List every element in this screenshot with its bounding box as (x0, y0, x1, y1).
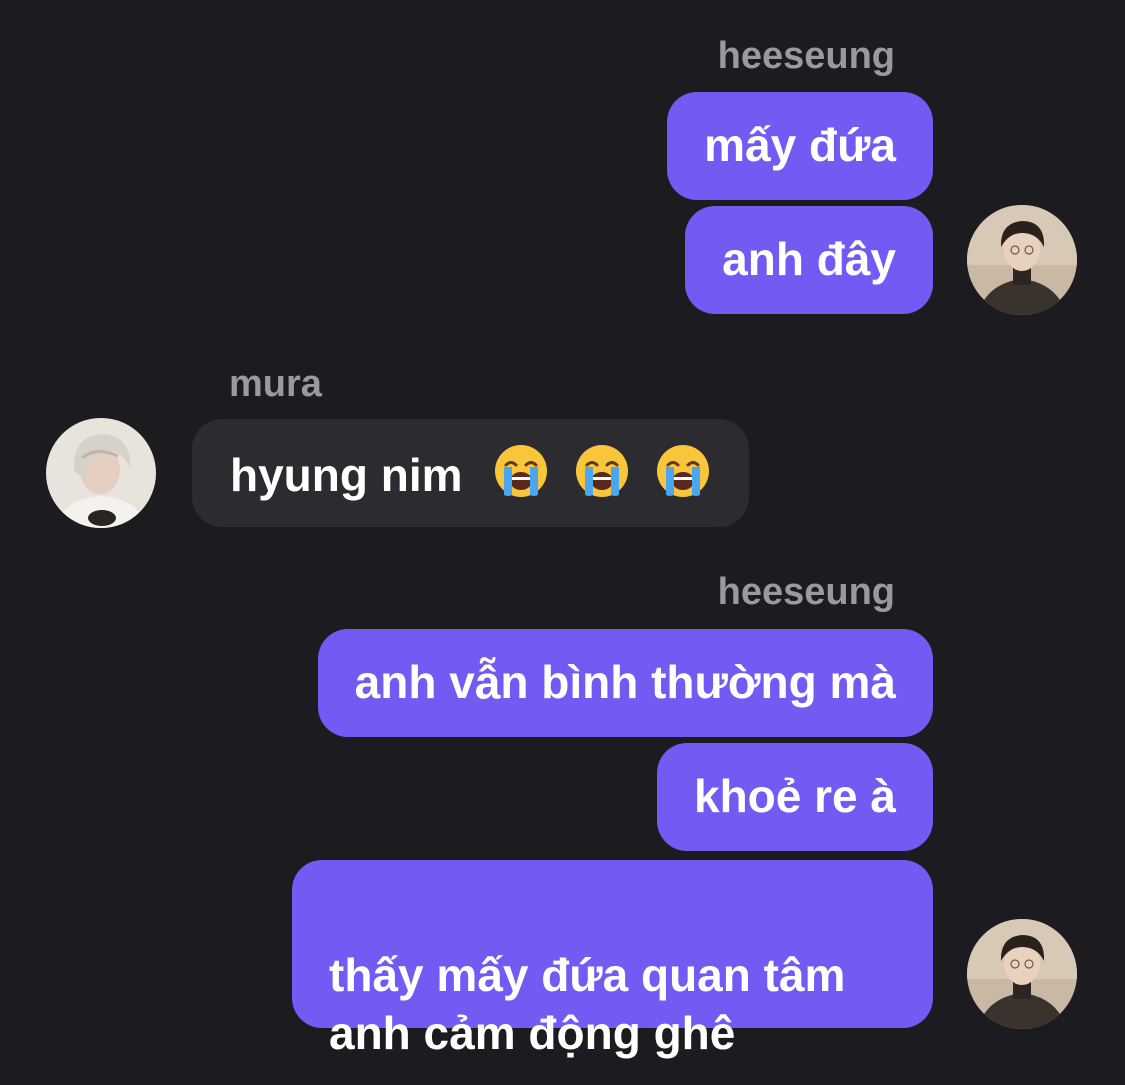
avatar-mura[interactable] (46, 418, 156, 528)
loudly-crying-face-icon (493, 443, 549, 499)
message-bubble-outgoing[interactable]: mấy đứa (667, 92, 933, 200)
sender-name-heeseung: heeseung (717, 571, 895, 613)
message-text: mấy đứa (704, 119, 896, 171)
avatar-heeseung[interactable] (967, 205, 1077, 315)
message-bubble-outgoing[interactable]: anh đây (685, 206, 933, 314)
loudly-crying-face-icon (574, 443, 630, 499)
sender-name-mura: mura (229, 363, 322, 405)
message-text: anh đây (722, 233, 896, 285)
message-bubble-outgoing[interactable]: anh vẫn bình thường mà (317, 629, 933, 737)
message-text: hyung nim (230, 449, 463, 501)
message-bubble-outgoing[interactable]: thấy mấy đứa quan tâm anh cảm động ghê (292, 860, 933, 1059)
sender-name-heeseung: heeseung (717, 35, 895, 77)
message-bubble-outgoing[interactable]: khoẻ re à (657, 743, 933, 851)
message-text: thấy mấy đứa quan tâm anh cảm động ghê (329, 949, 846, 1059)
chat-screen: heeseung mấy đứa anh đây mura hyung nim … (0, 0, 1125, 1085)
message-bubble-incoming[interactable]: hyung nim (192, 419, 749, 527)
avatar-heeseung[interactable] (967, 919, 1077, 1029)
message-text: anh vẫn bình thường mà (354, 656, 896, 708)
message-text: khoẻ re à (694, 770, 896, 822)
loudly-crying-face-icon (655, 443, 711, 499)
